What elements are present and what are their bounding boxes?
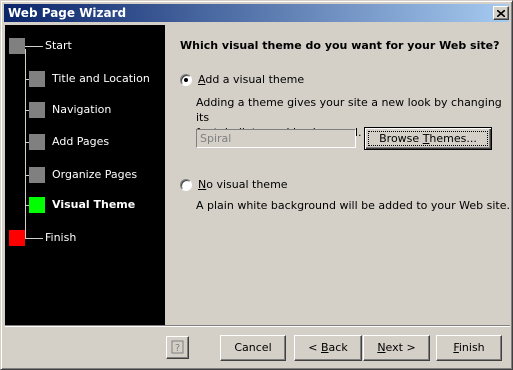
page-question: Which visual theme do you want for your … bbox=[180, 39, 500, 52]
theme-name-field: Spiral bbox=[196, 129, 356, 148]
wizard-step-start: Start bbox=[5, 38, 165, 54]
next-button[interactable]: Next > bbox=[363, 335, 430, 361]
help-button[interactable]: ? bbox=[166, 336, 189, 359]
no-theme-option[interactable]: No visual theme bbox=[180, 178, 288, 191]
add-theme-radio[interactable] bbox=[180, 73, 192, 86]
step-label: Organize Pages bbox=[52, 168, 138, 181]
description-line: Adding a theme gives your site a new loo… bbox=[196, 96, 502, 124]
step-marker-icon bbox=[29, 71, 45, 87]
back-button[interactable]: < Back bbox=[294, 335, 362, 361]
step-marker-icon bbox=[9, 230, 25, 246]
wizard-content: Which visual theme do you want for your … bbox=[165, 25, 510, 325]
help-icon: ? bbox=[171, 340, 184, 354]
step-label: Navigation bbox=[52, 103, 112, 116]
step-label: Title and Location bbox=[52, 72, 150, 85]
window-title: Web Page Wizard bbox=[8, 6, 127, 20]
add-theme-label[interactable]: Add a visual theme bbox=[198, 73, 304, 86]
close-button[interactable] bbox=[493, 6, 509, 20]
wizard-window: Web Page Wizard Start Title and Location… bbox=[0, 0, 513, 370]
footer-separator bbox=[5, 326, 510, 327]
wizard-step-navigation: Navigation bbox=[5, 102, 165, 118]
wizard-step-title-location: Title and Location bbox=[5, 71, 165, 87]
step-marker-icon bbox=[29, 197, 45, 213]
wizard-step-finish: Finish bbox=[5, 230, 165, 246]
svg-text:?: ? bbox=[175, 343, 180, 354]
wizard-step-visual-theme: Visual Theme bbox=[5, 197, 165, 213]
browse-themes-button[interactable]: Browse Themes... bbox=[364, 127, 492, 150]
close-icon bbox=[497, 9, 505, 17]
title-bar[interactable]: Web Page Wizard bbox=[4, 4, 509, 22]
wizard-step-organize-pages: Organize Pages bbox=[5, 167, 165, 183]
wizard-step-add-pages: Add Pages bbox=[5, 134, 165, 150]
no-theme-radio[interactable] bbox=[180, 178, 192, 191]
step-label: Start bbox=[45, 39, 72, 52]
no-theme-description: A plain white background will be added t… bbox=[196, 199, 510, 212]
wizard-steps-panel: Start Title and Location Navigation Add … bbox=[5, 25, 165, 325]
step-label: Add Pages bbox=[52, 135, 110, 148]
step-marker-icon bbox=[29, 167, 45, 183]
step-label: Visual Theme bbox=[52, 198, 136, 211]
step-marker-icon bbox=[9, 38, 25, 54]
cancel-button[interactable]: Cancel bbox=[220, 335, 286, 361]
finish-button[interactable]: Finish bbox=[436, 335, 502, 361]
step-label: Finish bbox=[45, 231, 77, 244]
add-theme-option[interactable]: Add a visual theme bbox=[180, 73, 304, 86]
no-theme-label[interactable]: No visual theme bbox=[198, 178, 288, 191]
focus-rectangle bbox=[368, 131, 488, 146]
step-marker-icon bbox=[29, 102, 45, 118]
step-marker-icon bbox=[29, 134, 45, 150]
